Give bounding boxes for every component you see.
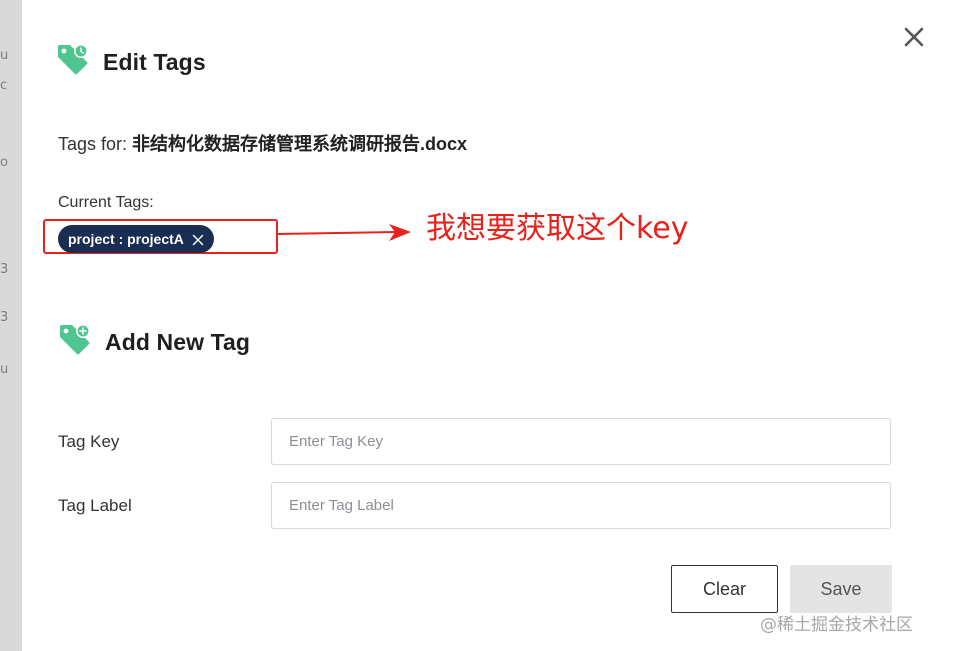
dialog-header: Edit Tags [55, 42, 206, 83]
tag-label-label: Tag Label [58, 496, 132, 515]
close-icon[interactable] [902, 25, 926, 49]
clear-button[interactable]: Clear [671, 565, 778, 613]
annotation-arrow-icon [277, 224, 411, 241]
tag-key-input[interactable] [271, 418, 891, 465]
background-text-fragment: c [0, 78, 8, 93]
add-tag-header: Add New Tag [57, 322, 250, 363]
tag-chip-text: project : projectA [68, 231, 184, 247]
dialog-title: Edit Tags [103, 49, 206, 75]
tag-plus-icon [57, 322, 93, 363]
tag-label-input[interactable] [271, 482, 891, 529]
watermark: @稀土掘金技术社区 [760, 615, 913, 635]
tag-chip[interactable]: project : projectA [58, 225, 214, 253]
background-text-fragment: u [0, 362, 9, 377]
tags-for-label: Tags for: [58, 134, 128, 154]
tags-for-line: Tags for: 非结构化数据存储管理系统调研报告.docx [58, 130, 467, 156]
file-name: 非结构化数据存储管理系统调研报告.docx [132, 134, 468, 154]
save-button[interactable]: Save [790, 565, 892, 613]
background-text-fragment: 3 [0, 262, 9, 277]
background-text-fragment: u [0, 48, 9, 63]
chip-remove-icon[interactable] [192, 233, 204, 246]
background-page: u c o 3 3 u [0, 0, 22, 651]
annotation-text: 我想要获取这个key [426, 211, 689, 246]
tag-clock-icon [55, 42, 91, 83]
background-text-fragment: 3 [0, 310, 9, 325]
background-text-fragment: o [0, 155, 8, 170]
edit-tags-dialog: Edit Tags Tags for: 非结构化数据存储管理系统调研报告.doc… [22, 0, 961, 651]
tag-key-label: Tag Key [58, 432, 120, 451]
add-tag-title: Add New Tag [105, 329, 251, 355]
current-tags-label: Current Tags: [58, 194, 154, 211]
